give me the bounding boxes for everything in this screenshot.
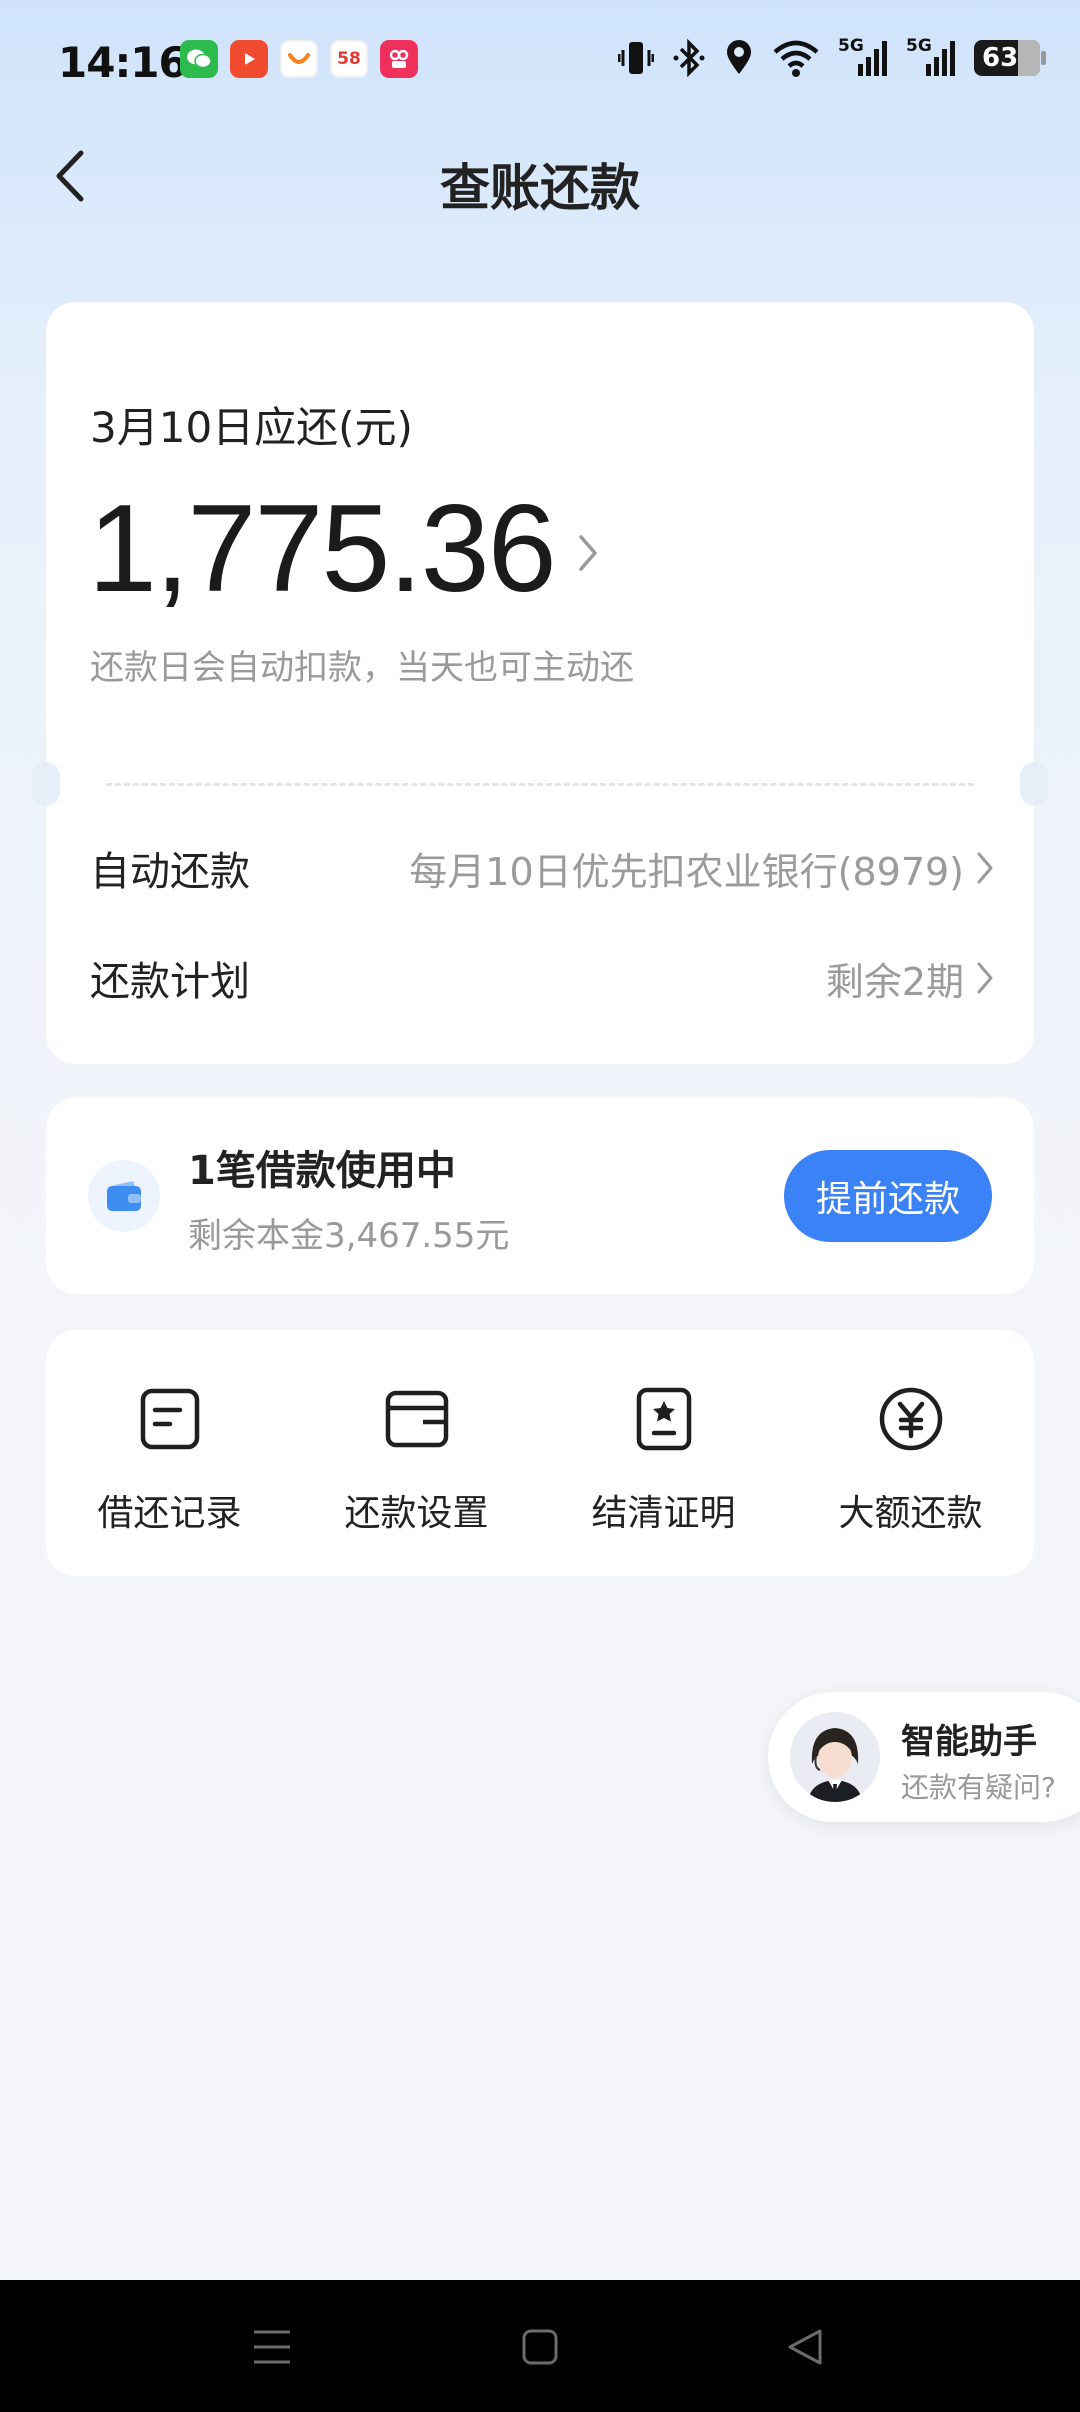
menu-item-records[interactable]: 借还记录 [46, 1330, 293, 1576]
system-status-icons: 5G 5G 63 [618, 36, 1046, 78]
amount-row[interactable]: 1,775.36 [88, 487, 599, 611]
chevron-right-icon[interactable] [577, 533, 599, 577]
ticket-notch-left [32, 762, 60, 806]
wifi-icon [772, 38, 820, 78]
battery-level: 63 [982, 43, 1019, 73]
assistant-subtitle: 还款有疑问? [901, 1771, 1056, 1804]
auto-repay-row[interactable]: 自动还款 每月10日优先扣农业银行(8979) [90, 828, 994, 908]
certificate-icon [629, 1384, 699, 1454]
quick-menu: 借还记录 还款设置 结清证明 大额还款 [46, 1330, 1034, 1576]
auto-repay-label: 自动还款 [90, 849, 250, 895]
record-icon [135, 1384, 205, 1454]
nav-home-button[interactable] [515, 2322, 565, 2372]
chevron-right-icon [977, 962, 993, 994]
battery-icon: 63 [974, 40, 1046, 76]
vibrate-icon [618, 38, 654, 78]
wechat-icon [180, 40, 218, 78]
loan-card: 1笔借款使用中 剩余本金3,467.55元 提前还款 [46, 1098, 1034, 1294]
wallet-icon [88, 1160, 160, 1232]
bill-card: 3月10日应还(元) 1,775.36 还款日会自动扣款，当天也可主动还 自动还… [32, 302, 1048, 1064]
qixi-app-icon [380, 40, 418, 78]
58-app-label: 58 [337, 49, 361, 69]
location-icon [724, 38, 754, 78]
menu-lines-icon [254, 2330, 290, 2364]
home-square-icon [522, 2329, 558, 2365]
repay-plan-value: 剩余2期 [825, 959, 964, 1004]
notification-icons: 58 [180, 40, 418, 78]
assistant-avatar [790, 1712, 880, 1802]
didi-icon [280, 40, 318, 78]
status-time: 14:16 [58, 38, 188, 87]
ticket-notch-right [1020, 762, 1048, 806]
chevron-right-icon [977, 852, 993, 884]
page-title: 查账还款 [440, 159, 640, 217]
auto-repay-value-wrap: 每月10日优先扣农业银行(8979) [409, 841, 994, 896]
menu-item-settlement-cert[interactable]: 结清证明 [540, 1330, 787, 1576]
assistant-title: 智能助手 [901, 1722, 1037, 1762]
nav-menu-button[interactable] [247, 2322, 297, 2372]
prepay-button[interactable]: 提前还款 [784, 1150, 992, 1242]
menu-label-records: 借还记录 [97, 1493, 242, 1534]
58-app-icon: 58 [330, 40, 368, 78]
menu-item-large-repay[interactable]: 大额还款 [787, 1330, 1034, 1576]
repay-plan-label: 还款计划 [90, 959, 250, 1005]
remaining-principal: 剩余本金3,467.55元 [188, 1216, 510, 1256]
yuan-icon [876, 1384, 946, 1454]
nav-back-button[interactable] [781, 2322, 831, 2372]
repay-plan-value-wrap: 剩余2期 [826, 951, 994, 1006]
loan-count-title: 1笔借款使用中 [188, 1148, 456, 1194]
signal-5g-icon-2: 5G [906, 36, 956, 78]
bluetooth-icon [672, 38, 706, 78]
due-date-label: 3月10日应还(元) [90, 403, 413, 452]
auto-debit-hint: 还款日会自动扣款，当天也可主动还 [90, 648, 634, 688]
video-app-icon [230, 40, 268, 78]
smart-assistant[interactable]: 智能助手 还款有疑问? [768, 1692, 1080, 1822]
system-nav-bar [0, 2280, 1080, 2412]
status-bar: 14:16 58 5G 5G 63 [0, 0, 1080, 124]
dashed-divider [106, 783, 974, 786]
signal-5g-icon: 5G [838, 36, 888, 78]
repay-plan-row[interactable]: 还款计划 剩余2期 [90, 938, 994, 1018]
auto-repay-value: 每月10日优先扣农业银行(8979) [409, 849, 964, 894]
menu-label-large-repay: 大额还款 [838, 1493, 983, 1534]
menu-item-repay-settings[interactable]: 还款设置 [293, 1330, 540, 1576]
back-triangle-icon [788, 2329, 822, 2365]
menu-label-repay-settings: 还款设置 [344, 1493, 489, 1534]
due-amount[interactable]: 1,775.36 [88, 487, 557, 611]
wallet-settings-icon [382, 1384, 452, 1454]
menu-label-settlement-cert: 结清证明 [591, 1493, 736, 1534]
